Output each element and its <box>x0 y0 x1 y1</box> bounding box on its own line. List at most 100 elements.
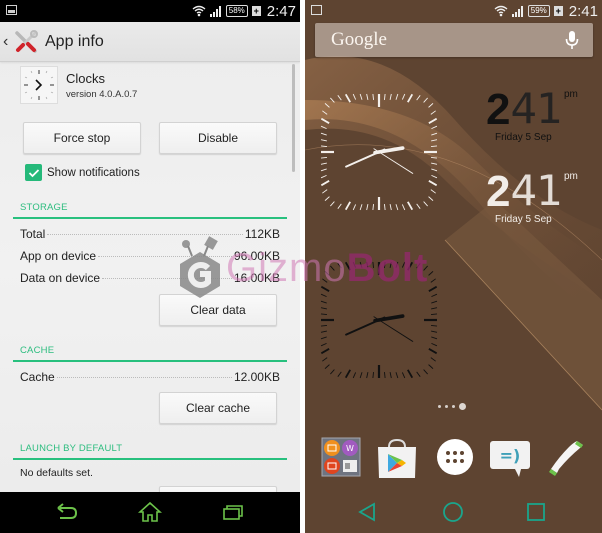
back-icon[interactable] <box>56 500 78 529</box>
clock-minutes: 41 <box>510 166 562 215</box>
page-dot[interactable] <box>459 403 466 410</box>
charging-icon: + <box>553 6 563 16</box>
clock-tick <box>359 372 363 379</box>
clock-tick <box>320 125 327 130</box>
home-icon[interactable] <box>137 500 163 529</box>
second-hand <box>373 148 414 174</box>
row-value: 16.00KB <box>233 271 280 285</box>
clock-tick <box>324 196 330 201</box>
home-icon[interactable] <box>442 501 464 528</box>
clock-tick <box>372 93 374 101</box>
clock-tick <box>395 204 399 211</box>
clock-tick <box>384 203 386 211</box>
clock-tick <box>320 307 327 310</box>
cache-header: CACHE <box>20 345 55 356</box>
clock-tick <box>330 369 335 375</box>
status-time: 2:41 <box>568 2 598 20</box>
storage-row-total: Total 112KB <box>20 227 280 241</box>
page-dot[interactable] <box>438 405 441 408</box>
page-title: App info <box>45 32 104 50</box>
clock-tick <box>384 261 386 269</box>
show-notifications-checkbox[interactable] <box>25 164 42 181</box>
clear-data-button[interactable]: Clear data <box>159 294 277 326</box>
disable-button[interactable]: Disable <box>159 122 277 154</box>
charging-icon: + <box>251 6 261 16</box>
clock-tick <box>431 342 438 347</box>
clock-tick <box>384 93 386 101</box>
row-value: 12.00KB <box>233 370 280 384</box>
recent-apps-icon[interactable] <box>222 500 244 529</box>
image-notification-icon <box>6 5 17 15</box>
google-search-bar[interactable]: Google <box>315 23 593 57</box>
signal-icon <box>511 5 524 17</box>
analog-clock-white[interactable] <box>315 88 443 216</box>
force-stop-button[interactable]: Force stop <box>23 122 141 154</box>
play-store-icon[interactable] <box>375 437 416 479</box>
clock-tick <box>320 145 328 147</box>
wifi-icon <box>494 5 508 17</box>
clock-tick <box>416 95 421 101</box>
clear-cache-button[interactable]: Clear cache <box>159 392 277 424</box>
phone-icon[interactable] <box>547 437 587 479</box>
clock-tick <box>431 162 438 165</box>
clock-tick <box>423 201 428 207</box>
row-label: Total <box>20 227 46 241</box>
row-value: 96.00KB <box>233 249 280 263</box>
recent-apps-icon[interactable] <box>526 501 546 528</box>
clock-minutes: 41 <box>510 84 562 133</box>
settings-tools-icon[interactable] <box>13 29 39 55</box>
clock-tick <box>416 203 421 209</box>
clock-tick <box>352 372 357 379</box>
clock-tick <box>389 93 392 100</box>
page-dot[interactable] <box>445 405 448 408</box>
digital-clock-light[interactable]: 2 41 pm Friday 5 Sep <box>486 166 578 226</box>
clock-tick <box>366 204 369 211</box>
clock-tick <box>430 278 436 283</box>
clock-tick <box>430 357 436 362</box>
clock-tick <box>344 261 351 271</box>
clock-tick <box>407 369 414 379</box>
digital-clock-dark[interactable]: 2 41 pm Friday 5 Sep <box>486 84 578 144</box>
clock-tick <box>395 372 399 379</box>
analog-clock-black[interactable] <box>315 256 443 384</box>
clock-tick <box>384 371 386 379</box>
clock-tick <box>407 261 414 271</box>
app-info-screen: 58% + 2:47 ‹ App info Clocks version 4.0… <box>0 0 300 533</box>
clock-tick <box>330 265 335 271</box>
page-indicator <box>438 403 466 410</box>
clock-tick <box>320 325 328 327</box>
clock-tick <box>320 162 327 165</box>
clock-tick <box>322 278 328 283</box>
app-header: Clocks version 4.0.A.0.7 <box>20 66 137 104</box>
messaging-icon[interactable]: =) <box>489 437 530 479</box>
microphone-icon[interactable] <box>565 30 579 55</box>
clock-tick <box>430 110 436 115</box>
clock-tick <box>320 285 330 292</box>
folder-icon[interactable]: W <box>321 437 361 479</box>
clock-tick <box>320 336 327 340</box>
back-icon[interactable] <box>357 501 377 528</box>
clock-tick <box>430 325 438 327</box>
clock-tick <box>431 307 438 310</box>
app-drawer-icon[interactable] <box>435 437 475 479</box>
app-version: version 4.0.A.0.7 <box>66 88 138 100</box>
clock-tick <box>428 285 438 292</box>
clock-tick <box>320 180 330 187</box>
chevron-left-icon[interactable]: ‹ <box>3 33 11 51</box>
cache-row: Cache 12.00KB <box>20 370 280 384</box>
clock-tick <box>352 261 357 268</box>
scrollbar[interactable] <box>292 64 295 172</box>
clock-tick <box>401 261 406 268</box>
signal-icon <box>209 5 222 17</box>
storage-row-app: App on device 96.00KB <box>20 249 280 263</box>
clock-tick <box>344 369 351 379</box>
page-dot[interactable] <box>452 405 455 408</box>
clock-tick <box>366 93 369 100</box>
clock-tick <box>337 371 342 377</box>
status-time: 2:47 <box>266 2 296 20</box>
clock-tick <box>352 204 357 211</box>
clock-tick <box>320 132 327 136</box>
clock-tick <box>430 157 438 159</box>
show-notifications-row[interactable]: Show notifications <box>25 164 140 181</box>
clock-tick <box>431 336 438 340</box>
